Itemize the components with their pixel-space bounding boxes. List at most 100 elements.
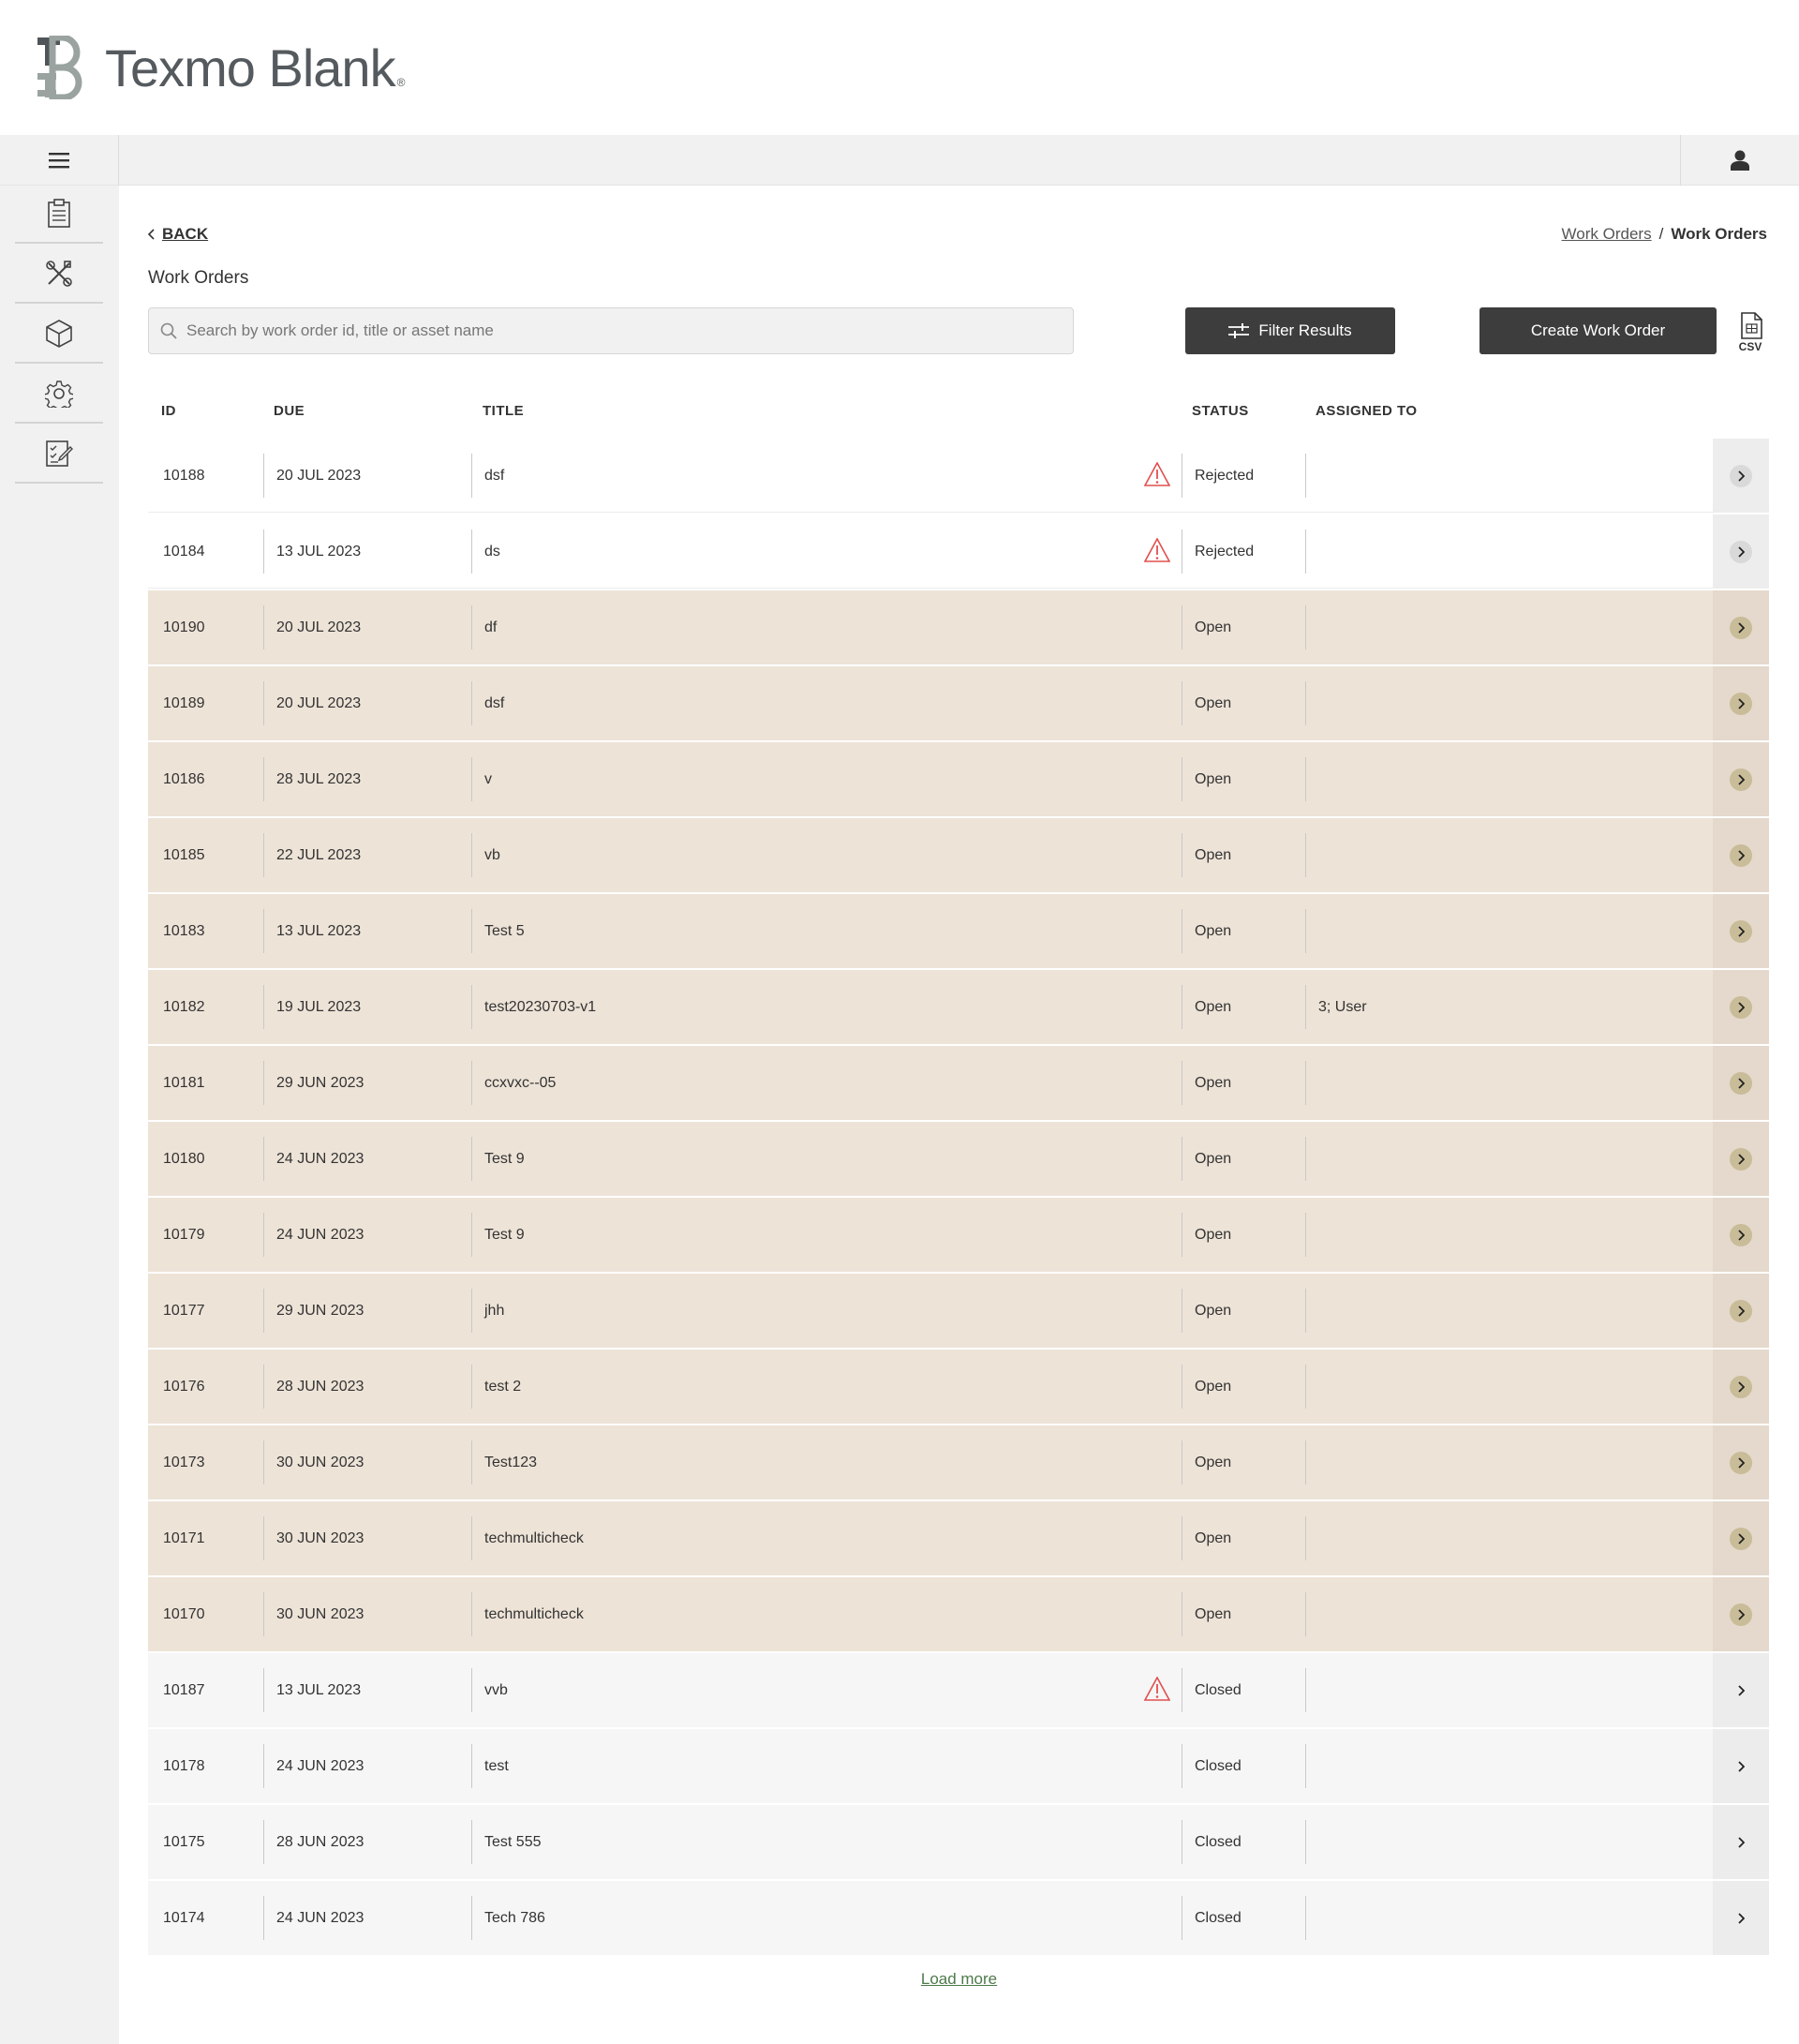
work-order-title: Test 9 bbox=[484, 1226, 525, 1243]
sliders-icon bbox=[1228, 323, 1250, 338]
column-header-status[interactable]: STATUS bbox=[1192, 403, 1249, 419]
table-row[interactable]: 10174 24 JUN 2023 Tech 786 Closed bbox=[148, 1881, 1769, 1955]
due-date: 30 JUN 2023 bbox=[276, 1454, 364, 1470]
open-row-button[interactable] bbox=[1713, 590, 1769, 664]
due-date: 24 JUN 2023 bbox=[276, 1226, 364, 1243]
status-label: Open bbox=[1195, 1605, 1232, 1622]
cell-title: ccxvxc--05 bbox=[471, 1046, 556, 1120]
open-row-button[interactable] bbox=[1713, 1425, 1769, 1499]
open-row-button[interactable] bbox=[1713, 818, 1769, 892]
table-row[interactable]: 10171 30 JUN 2023 techmulticheck Open bbox=[148, 1501, 1769, 1575]
cell-title: dsf bbox=[471, 439, 504, 513]
column-header-title[interactable]: TITLE bbox=[483, 403, 524, 419]
app-header: Texmo Blank ® bbox=[0, 0, 1799, 135]
cell-assigned-to: 3; User bbox=[1305, 970, 1367, 1044]
work-order-title: test20230703-v1 bbox=[484, 998, 597, 1015]
chevron-circle bbox=[1730, 1755, 1752, 1778]
open-row-button[interactable] bbox=[1713, 1198, 1769, 1272]
cell-assigned-to bbox=[1305, 1805, 1318, 1879]
cell-due: 30 JUN 2023 bbox=[263, 1577, 364, 1651]
status-label: Closed bbox=[1195, 1681, 1241, 1698]
table-row[interactable]: 10182 19 JUL 2023 test20230703-v1 Open 3; Us… bbox=[148, 970, 1769, 1044]
open-row-button[interactable] bbox=[1713, 439, 1769, 513]
open-row-button[interactable] bbox=[1713, 1046, 1769, 1120]
load-more-link[interactable]: Load more bbox=[119, 1970, 1799, 1989]
column-header-id[interactable]: ID bbox=[161, 403, 176, 419]
open-row-button[interactable] bbox=[1713, 515, 1769, 589]
open-row-button[interactable] bbox=[1713, 666, 1769, 740]
cell-id: 10189 bbox=[163, 666, 205, 740]
table-row[interactable]: 10190 20 JUL 2023 df Open bbox=[148, 590, 1769, 664]
cell-due: 20 JUL 2023 bbox=[263, 590, 361, 664]
cell-assigned-to bbox=[1305, 1729, 1318, 1803]
assigned-to: 3; User bbox=[1318, 998, 1367, 1015]
sidebar-item-maintenance[interactable] bbox=[15, 246, 103, 304]
breadcrumb-link-work-orders[interactable]: Work Orders bbox=[1562, 225, 1652, 244]
open-row-button[interactable] bbox=[1713, 1122, 1769, 1196]
sidebar-item-assets[interactable] bbox=[15, 306, 103, 364]
open-row-button[interactable] bbox=[1713, 1729, 1769, 1803]
table-row[interactable]: 10187 13 JUL 2023 vvb Closed bbox=[148, 1653, 1769, 1727]
open-row-button[interactable] bbox=[1713, 894, 1769, 968]
status-label: Open bbox=[1195, 846, 1232, 863]
breadcrumb: Work Orders / Work Orders bbox=[1562, 225, 1767, 244]
table-row[interactable]: 10188 20 JUL 2023 dsf Rejected bbox=[148, 439, 1769, 513]
cell-title: v bbox=[471, 742, 492, 816]
cell-title: Test 9 bbox=[471, 1198, 525, 1272]
warning-icon bbox=[1144, 462, 1170, 486]
search-input[interactable] bbox=[186, 321, 1030, 340]
open-row-button[interactable] bbox=[1713, 742, 1769, 816]
table-row[interactable]: 10180 24 JUN 2023 Test 9 Open bbox=[148, 1122, 1769, 1196]
table-row[interactable]: 10183 13 JUL 2023 Test 5 Open bbox=[148, 894, 1769, 968]
table-row[interactable]: 10185 22 JUL 2023 vb Open bbox=[148, 818, 1769, 892]
column-header-due[interactable]: DUE bbox=[274, 403, 305, 419]
table-row[interactable]: 10184 13 JUL 2023 ds Rejected bbox=[148, 515, 1769, 589]
main-content: BACK Work Orders / Work Orders Work Orde… bbox=[119, 186, 1799, 2044]
sidebar-item-settings[interactable] bbox=[15, 366, 103, 424]
csv-export-button[interactable]: CSV bbox=[1734, 311, 1766, 353]
brand-logo[interactable]: Texmo Blank ® bbox=[34, 34, 405, 101]
sidebar-item-inspections[interactable] bbox=[15, 425, 103, 484]
filter-results-label: Filter Results bbox=[1258, 321, 1352, 339]
cell-status: Open bbox=[1182, 894, 1231, 968]
work-order-id: 10188 bbox=[163, 467, 205, 484]
chevron-circle bbox=[1730, 1223, 1752, 1246]
user-menu-button[interactable] bbox=[1680, 135, 1799, 186]
table-row[interactable]: 10170 30 JUN 2023 techmulticheck Open bbox=[148, 1577, 1769, 1651]
table-row[interactable]: 10173 30 JUN 2023 Test123 Open bbox=[148, 1425, 1769, 1499]
open-row-button[interactable] bbox=[1713, 1653, 1769, 1727]
warning-icon bbox=[1144, 538, 1170, 562]
table-row[interactable]: 10176 28 JUN 2023 test 2 Open bbox=[148, 1350, 1769, 1424]
create-work-order-button[interactable]: Create Work Order bbox=[1479, 307, 1717, 354]
menu-toggle-button[interactable] bbox=[0, 135, 119, 186]
status-label: Open bbox=[1195, 1302, 1232, 1319]
filter-results-button[interactable]: Filter Results bbox=[1185, 307, 1395, 354]
cell-title: vb bbox=[471, 818, 500, 892]
status-label: Open bbox=[1195, 694, 1232, 711]
open-row-button[interactable] bbox=[1713, 970, 1769, 1044]
table-row[interactable]: 10189 20 JUL 2023 dsf Open bbox=[148, 666, 1769, 740]
table-row[interactable]: 10186 28 JUL 2023 v Open bbox=[148, 742, 1769, 816]
column-header-assigned-to[interactable]: ASSIGNED TO bbox=[1316, 403, 1418, 419]
sidebar-item-work-orders[interactable] bbox=[15, 186, 103, 244]
open-row-button[interactable] bbox=[1713, 1274, 1769, 1348]
open-row-button[interactable] bbox=[1713, 1501, 1769, 1575]
table-row[interactable]: 10179 24 JUN 2023 Test 9 Open bbox=[148, 1198, 1769, 1272]
table-row[interactable]: 10177 29 JUN 2023 jhh Open bbox=[148, 1274, 1769, 1348]
due-date: 20 JUL 2023 bbox=[276, 467, 362, 484]
table-row[interactable]: 10178 24 JUN 2023 test Closed bbox=[148, 1729, 1769, 1803]
table-row[interactable]: 10181 29 JUN 2023 ccxvxc--05 Open bbox=[148, 1046, 1769, 1120]
work-order-title: df bbox=[484, 619, 498, 635]
work-order-id: 10175 bbox=[163, 1833, 205, 1850]
table-row[interactable]: 10175 28 JUN 2023 Test 555 Closed bbox=[148, 1805, 1769, 1879]
cell-title: techmulticheck bbox=[471, 1577, 584, 1651]
work-order-title: Tech 786 bbox=[484, 1909, 545, 1926]
open-row-button[interactable] bbox=[1713, 1881, 1769, 1955]
cell-assigned-to bbox=[1305, 1274, 1318, 1348]
open-row-button[interactable] bbox=[1713, 1350, 1769, 1424]
search-icon bbox=[160, 322, 177, 339]
back-link[interactable]: BACK bbox=[147, 225, 208, 244]
status-label: Open bbox=[1195, 1074, 1232, 1091]
open-row-button[interactable] bbox=[1713, 1805, 1769, 1879]
open-row-button[interactable] bbox=[1713, 1577, 1769, 1651]
